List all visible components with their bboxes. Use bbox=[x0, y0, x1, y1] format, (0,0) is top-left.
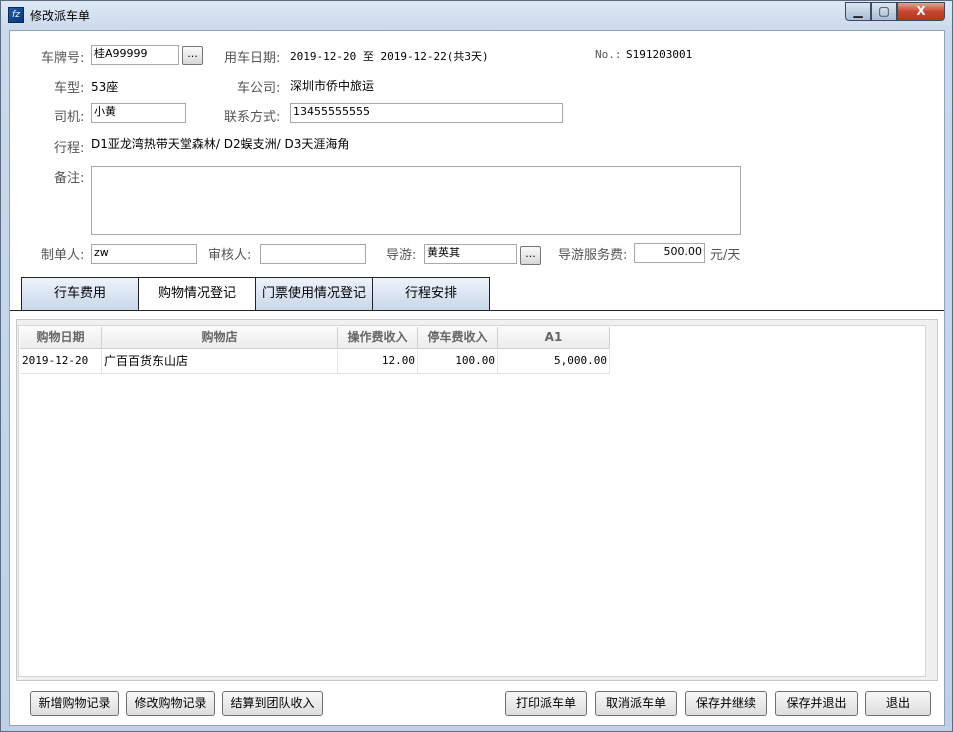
cell-shop[interactable]: 广百百货东山店 bbox=[102, 350, 338, 374]
tab-driving-fees[interactable]: 行车费用 bbox=[21, 277, 139, 310]
add-shopping-record-button[interactable]: 新增购物记录 bbox=[30, 691, 119, 716]
tab-itinerary[interactable]: 行程安排 bbox=[372, 277, 490, 310]
cell-date[interactable]: 2019-12-20 bbox=[20, 350, 102, 374]
type-label: 车型: bbox=[54, 81, 85, 96]
header-parking-income[interactable]: 停车费收入 bbox=[418, 327, 498, 349]
cell-operation-income[interactable]: 12.00 bbox=[338, 350, 418, 374]
tab-divider bbox=[10, 310, 944, 311]
cell-a1[interactable]: 5,000.00 bbox=[498, 350, 610, 374]
reviewer-input[interactable] bbox=[260, 244, 366, 264]
plate-label: 车牌号: bbox=[41, 51, 85, 66]
company-value: 深圳市侨中旅运 bbox=[290, 79, 375, 93]
header-shop[interactable]: 购物店 bbox=[102, 327, 338, 349]
route-value: D1亚龙湾热带天堂森林/ D2蜈支洲/ D3天涯海角 bbox=[91, 137, 350, 151]
maker-label: 制单人: bbox=[41, 248, 85, 263]
route-label: 行程: bbox=[54, 141, 85, 156]
maximize-icon[interactable]: ▢ bbox=[871, 2, 897, 21]
minimize-icon[interactable]: ▁ bbox=[845, 2, 871, 21]
no-label: No.: bbox=[595, 48, 622, 61]
remark-label: 备注: bbox=[54, 171, 85, 186]
no-value: S191203001 bbox=[626, 48, 693, 61]
guide-fee-label: 导游服务费: bbox=[558, 248, 628, 263]
close-icon[interactable]: X bbox=[897, 2, 945, 21]
cancel-dispatch-button[interactable]: 取消派车单 bbox=[595, 691, 677, 716]
plate-browse-button[interactable]: ... bbox=[182, 46, 203, 65]
header-date[interactable]: 购物日期 bbox=[20, 327, 102, 349]
remark-textarea[interactable] bbox=[91, 166, 741, 235]
maker-input[interactable]: zw bbox=[91, 244, 197, 264]
save-exit-button[interactable]: 保存并退出 bbox=[775, 691, 858, 716]
guide-label: 导游: bbox=[386, 248, 417, 263]
save-continue-button[interactable]: 保存并继续 bbox=[685, 691, 767, 716]
edit-dispatch-window: fz 修改派车单 ▁ ▢ X 车牌号: 桂A99999 ... 用车日期: 20… bbox=[0, 0, 953, 732]
form-panel: 车牌号: 桂A99999 ... 用车日期: 2019-12-20 至 2019… bbox=[9, 30, 945, 726]
print-dispatch-button[interactable]: 打印派车单 bbox=[505, 691, 587, 716]
header-a1[interactable]: A1 bbox=[498, 327, 610, 349]
guide-browse-button[interactable]: ... bbox=[520, 246, 541, 265]
window-title: 修改派车单 bbox=[30, 9, 91, 23]
cell-parking-income[interactable]: 100.00 bbox=[418, 350, 498, 374]
app-icon: fz bbox=[8, 7, 24, 23]
settle-team-income-button[interactable]: 结算到团队收入 bbox=[222, 691, 323, 716]
guide-input[interactable]: 黄英其 bbox=[424, 244, 517, 264]
driver-label: 司机: bbox=[54, 110, 85, 125]
title-bar[interactable]: fz 修改派车单 ▁ ▢ X bbox=[1, 1, 952, 29]
company-label: 车公司: bbox=[237, 81, 281, 96]
date-label: 用车日期: bbox=[224, 51, 281, 66]
guide-fee-input[interactable]: 500.00 bbox=[634, 243, 705, 263]
reviewer-label: 审核人: bbox=[208, 248, 252, 263]
driver-input[interactable]: 小黄 bbox=[91, 103, 186, 123]
contact-label: 联系方式: bbox=[224, 110, 281, 125]
edit-shopping-record-button[interactable]: 修改购物记录 bbox=[126, 691, 215, 716]
header-operation-income[interactable]: 操作费收入 bbox=[338, 327, 418, 349]
contact-input[interactable]: 13455555555 bbox=[290, 103, 563, 123]
fee-unit: 元/天 bbox=[710, 248, 741, 263]
shopping-table[interactable]: 购物日期 购物店 操作费收入 停车费收入 A1 2019-12-20 广百百货东… bbox=[18, 325, 926, 677]
exit-button[interactable]: 退出 bbox=[865, 691, 931, 716]
tab-ticket-register[interactable]: 门票使用情况登记 bbox=[255, 277, 373, 310]
plate-input[interactable]: 桂A99999 bbox=[91, 45, 179, 65]
tab-shopping-register[interactable]: 购物情况登记 bbox=[138, 277, 256, 311]
type-value: 53座 bbox=[91, 80, 119, 94]
date-value: 2019-12-20 至 2019-12-22(共3天) bbox=[290, 50, 489, 63]
